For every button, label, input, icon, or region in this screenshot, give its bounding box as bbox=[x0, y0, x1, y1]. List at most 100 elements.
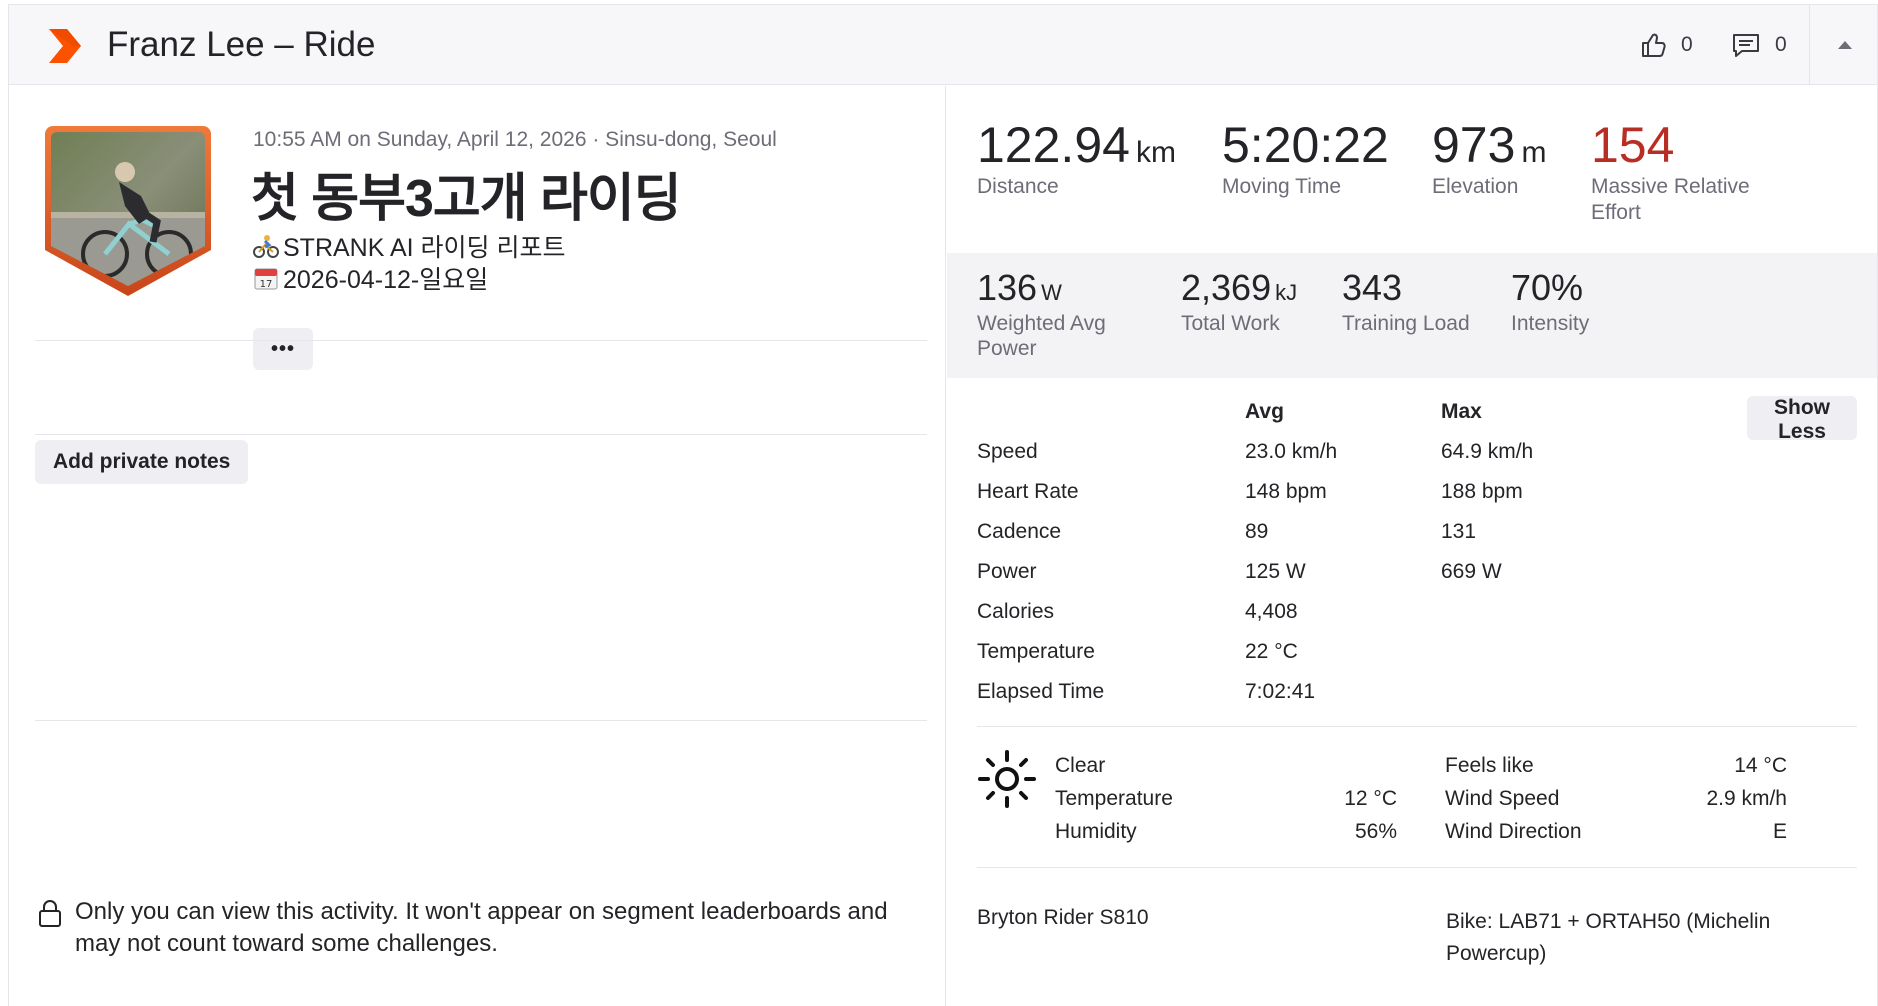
weather-label: Humidity bbox=[1055, 820, 1137, 843]
athlete-avatar[interactable] bbox=[43, 124, 213, 304]
row-label: Heart Rate bbox=[977, 480, 1079, 503]
description-text-2: 2026-04-12-일요일 bbox=[283, 266, 489, 294]
divider bbox=[35, 720, 927, 721]
stat-unit: W bbox=[1041, 280, 1062, 305]
stat-value: 343 bbox=[1342, 267, 1403, 308]
row-label: Calories bbox=[977, 600, 1055, 623]
lock-icon bbox=[39, 900, 61, 927]
row-avg: 23.0 km/h bbox=[1245, 440, 1338, 463]
stat-value: 2,369 bbox=[1181, 267, 1272, 308]
avatar-badge bbox=[45, 126, 211, 296]
page-title: Franz Lee – Ride bbox=[107, 25, 376, 64]
row-avg: 89 bbox=[1245, 520, 1269, 543]
stat-training-load: 343 Training Load bbox=[1342, 267, 1470, 336]
activity-overview: 10:55 AM on Sunday, April 12, 2026 · Sin… bbox=[9, 86, 946, 1006]
activity-header: Franz Lee – Ride 0 0 bbox=[9, 5, 1877, 85]
thumbs-up-icon bbox=[1642, 33, 1666, 57]
weather-panel: Clear Temperature 12 °C Humidity 56% Fee… bbox=[977, 746, 1857, 856]
table-row: Cadence 89 131 bbox=[977, 520, 1857, 550]
weather-label: Temperature bbox=[1055, 787, 1173, 810]
calendar-icon: 17 bbox=[254, 268, 278, 290]
table-row: Temperature 22 °C bbox=[977, 640, 1857, 670]
max-column-header: Max bbox=[1441, 400, 1482, 423]
row-avg: 125 W bbox=[1245, 560, 1306, 583]
device-name: Bryton Rider S810 bbox=[977, 906, 1149, 929]
weather-value: 14 °C bbox=[1734, 754, 1787, 777]
stat-label: Training Load bbox=[1342, 312, 1470, 335]
row-avg: 22 °C bbox=[1245, 640, 1298, 663]
table-row: Calories 4,408 bbox=[977, 600, 1857, 630]
row-label: Temperature bbox=[977, 640, 1095, 663]
weather-value: 12 °C bbox=[1344, 787, 1397, 810]
activity-meta: 10:55 AM on Sunday, April 12, 2026 · Sin… bbox=[253, 128, 777, 151]
svg-text:17: 17 bbox=[260, 279, 273, 290]
row-max: 188 bpm bbox=[1441, 480, 1523, 503]
add-private-notes-button[interactable]: Add private notes bbox=[35, 440, 249, 484]
kudos-button[interactable]: 0 bbox=[1639, 31, 1693, 59]
stat-label: Intensity bbox=[1511, 312, 1590, 335]
divider bbox=[977, 726, 1857, 727]
stat-label: Massive Relative Effort bbox=[1591, 175, 1750, 224]
divider bbox=[977, 867, 1857, 868]
stat-value: 136 bbox=[977, 267, 1038, 308]
comments-button[interactable]: 0 bbox=[1731, 31, 1787, 59]
avg-column-header: Avg bbox=[1245, 400, 1284, 423]
comment-icon bbox=[1733, 34, 1759, 57]
stat-value: 5:20:22 bbox=[1222, 117, 1389, 173]
weather-label: Wind Speed bbox=[1445, 787, 1560, 810]
table-row: Power 125 W 669 W bbox=[977, 560, 1857, 590]
stat-label: Distance bbox=[977, 175, 1059, 198]
stat-weighted-avg-power: 136 W Weighted Avg Power bbox=[977, 267, 1137, 361]
row-avg: 148 bpm bbox=[1245, 480, 1327, 503]
stat-intensity: 70% Intensity bbox=[1511, 267, 1589, 336]
activity-name: 첫 동부3고개 라이딩 bbox=[251, 170, 682, 228]
app-logo-icon[interactable] bbox=[47, 27, 83, 65]
table-row: Heart Rate 148 bpm 188 bpm bbox=[977, 480, 1857, 510]
table-row: Elapsed Time 7:02:41 bbox=[977, 680, 1857, 710]
description-line: 17 2026-04-12-일요일 bbox=[253, 260, 488, 296]
row-label: Speed bbox=[977, 440, 1038, 463]
stat-label: Total Work bbox=[1181, 312, 1280, 335]
row-label: Elapsed Time bbox=[977, 680, 1105, 703]
weather-condition: Clear bbox=[1055, 754, 1106, 777]
bicyclist-icon bbox=[253, 235, 279, 258]
bike-name[interactable]: Bike: LAB71 + ORTAH50 (Michelin Powercup… bbox=[1446, 906, 1806, 970]
stat-distance: 122.94 km Distance bbox=[977, 116, 1176, 200]
row-max: 669 W bbox=[1441, 560, 1502, 583]
weather-value: E bbox=[1772, 820, 1787, 843]
row-avg: 4,408 bbox=[1245, 600, 1298, 623]
comment-count: 0 bbox=[1775, 33, 1787, 56]
weather-label: Feels like bbox=[1445, 754, 1534, 777]
description-line: STRANK AI 라이딩 리포트 bbox=[253, 228, 565, 264]
more-actions-button[interactable]: ••• bbox=[253, 328, 313, 370]
row-max: 131 bbox=[1441, 520, 1477, 543]
stat-value: 122.94 bbox=[977, 117, 1130, 173]
stat-label: Elevation bbox=[1432, 175, 1519, 198]
row-label: Power bbox=[977, 560, 1037, 583]
kudos-count: 0 bbox=[1681, 33, 1693, 56]
weather-value: 2.9 km/h bbox=[1706, 787, 1787, 810]
divider bbox=[35, 340, 927, 341]
show-less-button[interactable]: Show Less bbox=[1747, 396, 1857, 443]
collapse-button[interactable] bbox=[1810, 5, 1877, 85]
table-row: Speed 23.0 km/h 64.9 km/h bbox=[977, 440, 1857, 470]
power-stats-band: 136 W Weighted Avg Power 2,369 kJ Total Wo… bbox=[947, 253, 1877, 378]
stat-unit: m bbox=[1521, 136, 1547, 169]
stat-value: 973 bbox=[1432, 117, 1516, 173]
row-max: 64.9 km/h bbox=[1441, 440, 1534, 463]
sun-icon bbox=[978, 750, 1036, 808]
weather-label: Wind Direction bbox=[1445, 820, 1582, 843]
row-label: Cadence bbox=[977, 520, 1062, 543]
stat-value: 154 bbox=[1591, 117, 1675, 173]
description-text-1: STRANK AI 라이딩 리포트 bbox=[283, 234, 566, 262]
stat-elevation: 973 m Elevation bbox=[1432, 116, 1546, 200]
stat-total-work: 2,369 kJ Total Work bbox=[1181, 267, 1297, 336]
stat-label: Weighted Avg Power bbox=[977, 312, 1106, 360]
stat-moving-time: 5:20:22 Moving Time bbox=[1222, 116, 1389, 200]
stat-value: 70% bbox=[1511, 267, 1584, 308]
stat-label: Moving Time bbox=[1222, 175, 1342, 198]
activity-stats: 122.94 km Distance 5:20:22 Moving Time 97… bbox=[947, 86, 1877, 1006]
row-avg: 7:02:41 bbox=[1245, 680, 1316, 703]
stat-relative-effort[interactable]: 154 Massive Relative Effort bbox=[1591, 116, 1771, 226]
caret-up-icon bbox=[1837, 41, 1852, 49]
